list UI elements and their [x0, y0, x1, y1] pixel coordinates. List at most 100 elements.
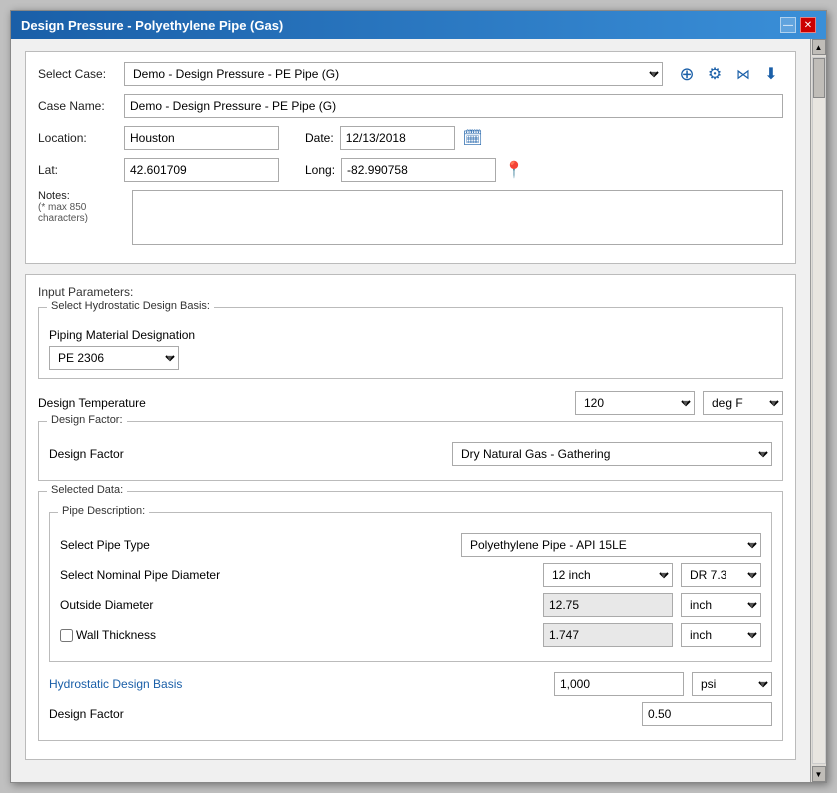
top-section: Select Case: Demo - Design Pressure - PE… [25, 51, 796, 264]
piping-material-select[interactable]: PE 2306 PE 3408 PE 4710 [49, 346, 179, 370]
piping-material-wrapper: PE 2306 PE 3408 PE 4710 [49, 346, 179, 370]
content-area: Select Case: Demo - Design Pressure - PE… [11, 39, 810, 782]
minimize-button[interactable]: — [780, 17, 796, 33]
share-icon[interactable]: ⋈ [731, 62, 755, 86]
hydrostatic-basis-unit-select[interactable]: psi kPa [692, 672, 772, 696]
dr-select[interactable]: DR 7.3 DR 9 DR 11 [681, 563, 761, 587]
download-icon[interactable]: ⬇ [759, 62, 783, 86]
notes-textarea[interactable] [132, 190, 783, 245]
hydrostatic-basis-row: Hydrostatic Design Basis psi kPa [49, 672, 772, 696]
design-factor2-label: Design Factor [49, 707, 124, 721]
design-factor-row: Design Factor Dry Natural Gas - Gatherin… [49, 442, 772, 466]
lat-input[interactable] [124, 158, 279, 182]
scrollbar[interactable]: ▲ ▼ [810, 39, 826, 782]
gear-icon[interactable]: ⚙ [703, 62, 727, 86]
pipe-desc-title: Pipe Description: [58, 505, 149, 517]
pipe-type-row: Select Pipe Type Polyethylene Pipe - API… [60, 533, 761, 557]
date-input[interactable] [340, 126, 455, 150]
design-temp-unit-wrapper: deg F deg C [703, 391, 783, 415]
wall-thickness-checkbox[interactable] [60, 629, 73, 642]
scroll-thumb[interactable] [813, 58, 825, 98]
design-factor-label: Design Factor [49, 447, 124, 461]
design-temp-unit-select[interactable]: deg F deg C [703, 391, 783, 415]
select-case-label: Select Case: [38, 67, 118, 81]
pipe-type-label: Select Pipe Type [60, 538, 150, 552]
title-bar: Design Pressure - Polyethylene Pipe (Gas… [11, 11, 826, 39]
notes-label: Notes: [38, 190, 126, 202]
select-case-dropdown[interactable]: Demo - Design Pressure - PE Pipe (G) [124, 62, 663, 86]
design-temp-select[interactable]: 120 100 140 [575, 391, 695, 415]
title-bar-buttons: — ✕ [780, 17, 816, 33]
location-date-row: Location: Date: 🗓 [38, 126, 783, 150]
design-factor2-input[interactable] [642, 702, 772, 726]
hydrostatic-basis-input[interactable] [554, 672, 684, 696]
design-factor-group-title: Design Factor: [47, 414, 127, 426]
nominal-pipe-row: Select Nominal Pipe Diameter 12 inch 6 i… [60, 563, 761, 587]
add-icon[interactable]: ⊕ [675, 62, 699, 86]
pipe-type-wrapper: Polyethylene Pipe - API 15LE HDPE Pipe [461, 533, 761, 557]
nominal-pipe-label: Select Nominal Pipe Diameter [60, 568, 220, 582]
outside-dia-unit-wrapper: inch mm [681, 593, 761, 617]
layout: Select Case: Demo - Design Pressure - PE… [11, 39, 826, 782]
notes-label-group: Notes: (* max 850 characters) [38, 190, 126, 224]
long-label: Long: [305, 163, 335, 177]
calendar-icon[interactable]: 🗓 [461, 126, 485, 150]
notes-row: Notes: (* max 850 characters) [38, 190, 783, 245]
selected-data-inner: Pipe Description: Select Pipe Type [49, 506, 772, 726]
outside-dia-row: Outside Diameter inch mm [60, 593, 761, 617]
dr-wrapper: DR 7.3 DR 9 DR 11 [681, 563, 761, 587]
design-factor-select[interactable]: Dry Natural Gas - Gathering Wet Natural … [452, 442, 772, 466]
scroll-down-btn[interactable]: ▼ [812, 766, 826, 782]
selected-data-title: Selected Data: [47, 484, 127, 496]
design-factor-inner: Design Factor Dry Natural Gas - Gatherin… [49, 436, 772, 466]
nominal-pipe-select[interactable]: 12 inch 6 inch 8 inch [543, 563, 673, 587]
select-case-row: Select Case: Demo - Design Pressure - PE… [38, 62, 783, 86]
outside-dia-label: Outside Diameter [60, 598, 153, 612]
case-name-input[interactable] [124, 94, 783, 118]
hydrostatic-group: Select Hydrostatic Design Basis: Piping … [38, 307, 783, 379]
piping-material-label: Piping Material Designation [49, 328, 772, 342]
scroll-up-btn[interactable]: ▲ [812, 39, 826, 55]
window-title: Design Pressure - Polyethylene Pipe (Gas… [21, 18, 283, 33]
location-pin-icon[interactable]: 📍 [502, 158, 526, 182]
input-params-section: Input Parameters: Select Hydrostatic Des… [25, 274, 796, 760]
lat-long-row: Lat: Long: 📍 [38, 158, 783, 182]
hydrostatic-group-title: Select Hydrostatic Design Basis: [47, 300, 214, 312]
pipe-desc-inner: Select Pipe Type Polyethylene Pipe - API… [60, 527, 761, 647]
scroll-track [812, 57, 826, 764]
selected-data-group: Selected Data: Pipe Description: Select … [38, 491, 783, 741]
wall-thickness-row: Wall Thickness inch mm [60, 623, 761, 647]
design-temp-row: Design Temperature 120 100 140 deg F [38, 391, 783, 415]
pipe-desc-group: Pipe Description: Select Pipe Type [49, 512, 772, 662]
input-params-title: Input Parameters: [38, 285, 783, 299]
date-label: Date: [305, 131, 334, 145]
main-area: Select Case: Demo - Design Pressure - PE… [11, 39, 810, 782]
design-temp-label: Design Temperature [38, 396, 146, 410]
outside-dia-unit-select[interactable]: inch mm [681, 593, 761, 617]
hydrostatic-group-inner: Piping Material Designation PE 2306 PE 3… [49, 322, 772, 370]
action-icons: ⊕ ⚙ ⋈ ⬇ [675, 62, 783, 86]
wall-thickness-input [543, 623, 673, 647]
select-case-wrapper: Demo - Design Pressure - PE Pipe (G) [124, 62, 663, 86]
outside-dia-input [543, 593, 673, 617]
pipe-type-select[interactable]: Polyethylene Pipe - API 15LE HDPE Pipe [461, 533, 761, 557]
close-button[interactable]: ✕ [800, 17, 816, 33]
case-name-row: Case Name: [38, 94, 783, 118]
design-temp-wrapper: 120 100 140 [575, 391, 695, 415]
design-factor-wrapper: Dry Natural Gas - Gathering Wet Natural … [452, 442, 772, 466]
design-factor2-row: Design Factor [49, 702, 772, 726]
wall-thickness-checkbox-wrapper: Wall Thickness [60, 628, 156, 642]
wall-thickness-unit-wrapper: inch mm [681, 623, 761, 647]
design-factor-group: Design Factor: Design Factor Dry Natural… [38, 421, 783, 481]
notes-sub: (* max 850 characters) [38, 202, 126, 224]
wall-thickness-unit-select[interactable]: inch mm [681, 623, 761, 647]
wall-thickness-label: Wall Thickness [76, 628, 156, 642]
lat-label: Lat: [38, 163, 118, 177]
main-window: Design Pressure - Polyethylene Pipe (Gas… [10, 10, 827, 783]
long-input[interactable] [341, 158, 496, 182]
case-name-label: Case Name: [38, 99, 118, 113]
location-label: Location: [38, 131, 118, 145]
hydrostatic-basis-unit-wrapper: psi kPa [692, 672, 772, 696]
hydrostatic-basis-label: Hydrostatic Design Basis [49, 677, 182, 691]
location-input[interactable] [124, 126, 279, 150]
